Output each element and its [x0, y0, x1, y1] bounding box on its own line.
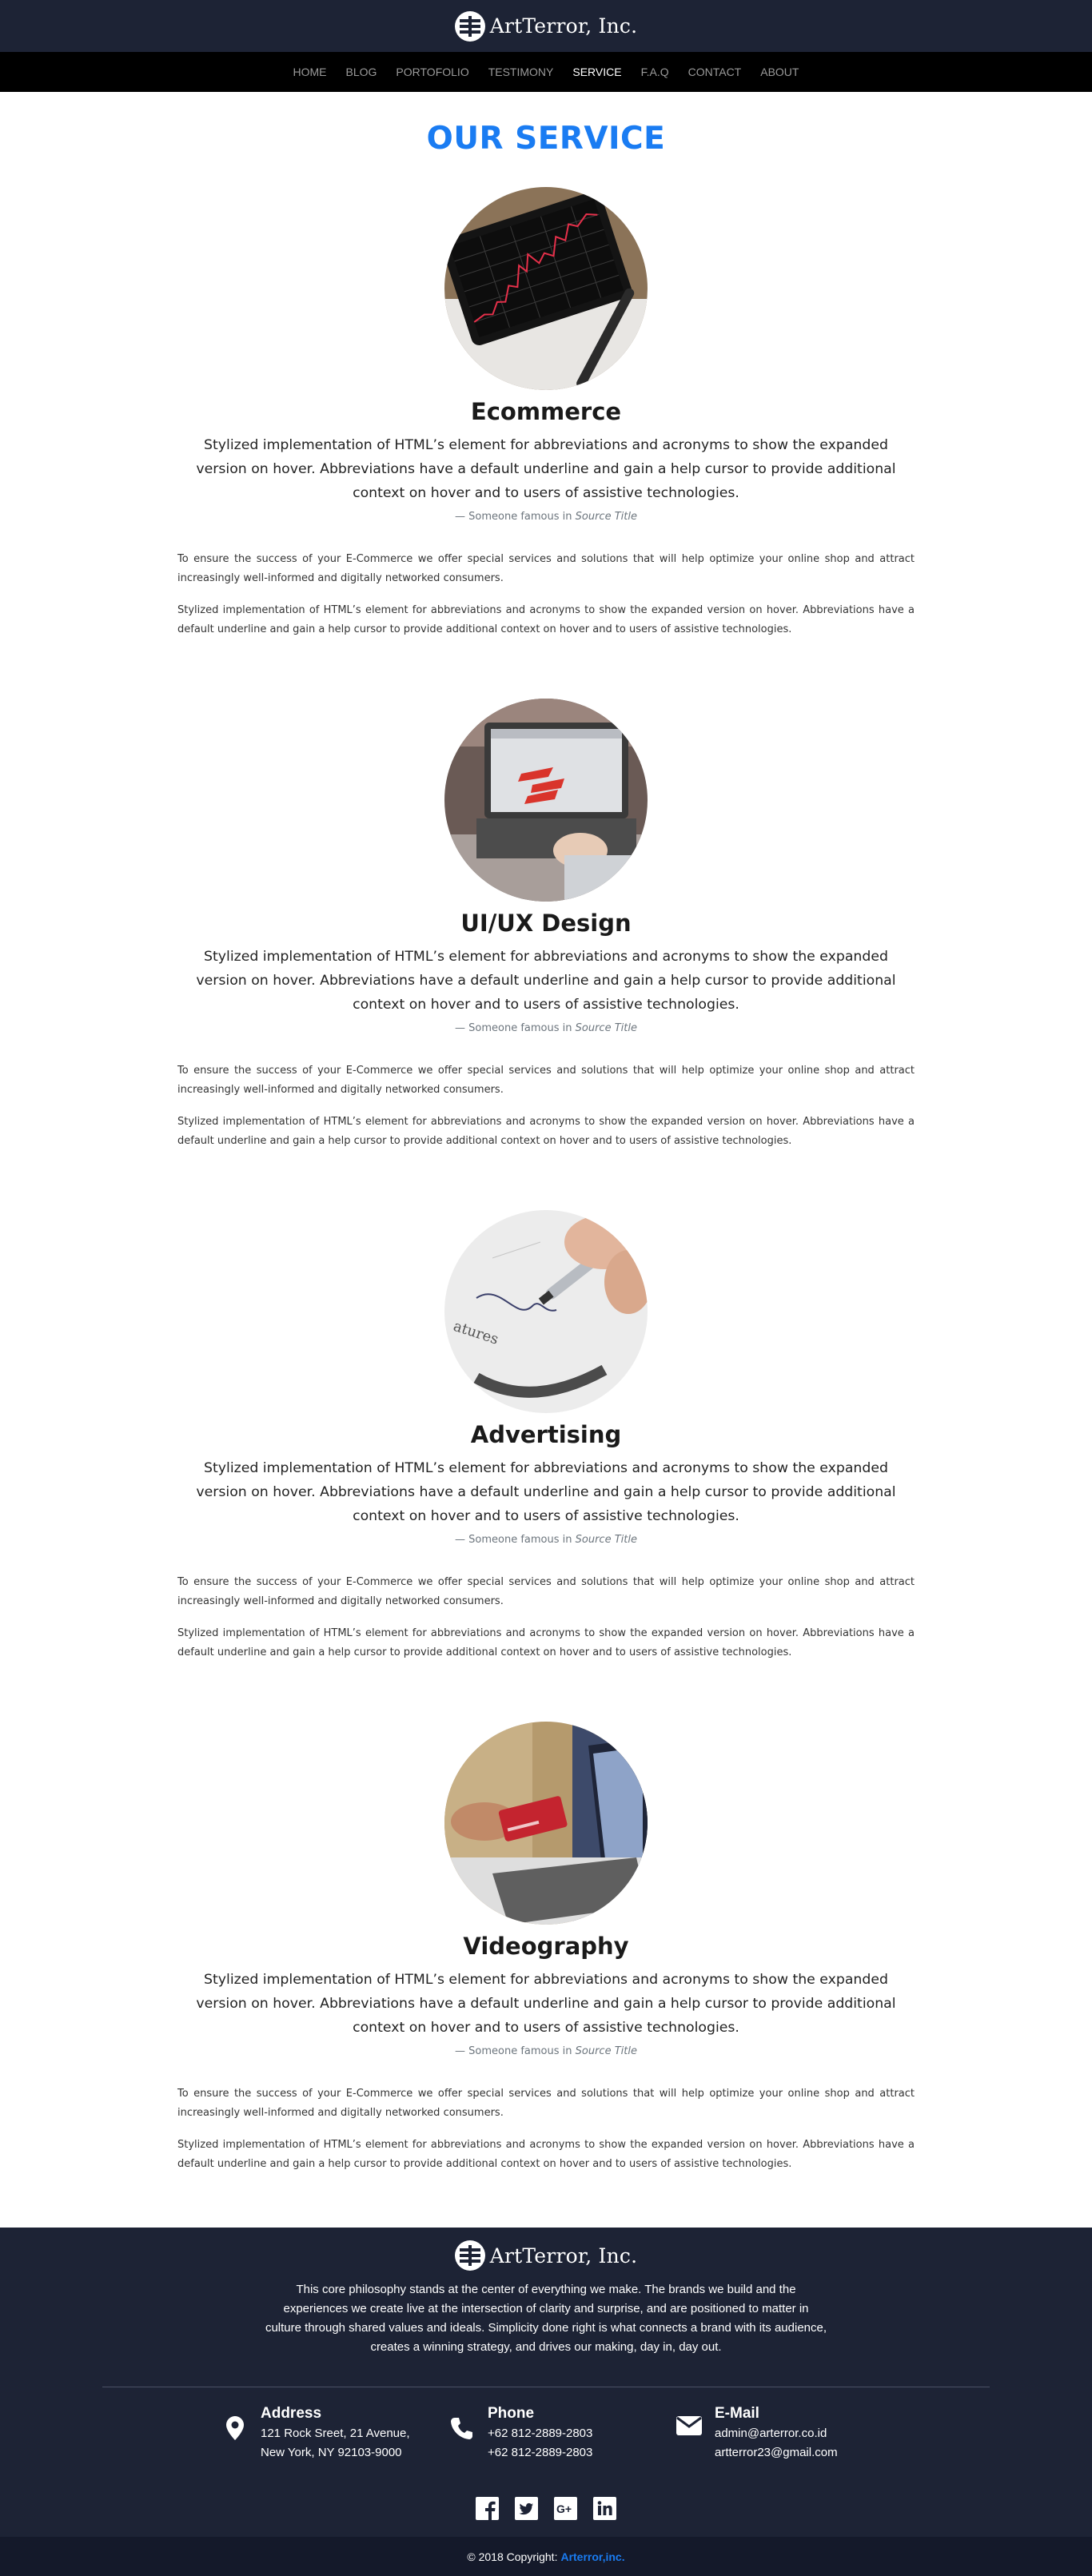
contact-line[interactable]: artterror23@gmail.com: [715, 2443, 838, 2463]
nav-home[interactable]: HOME: [284, 66, 337, 78]
site-header: ArtTerror, Inc.: [0, 0, 1092, 52]
blockquote-footer: — Someone famous in Source Title: [0, 1534, 1092, 1546]
contact-phone: Phone +62 812-2889-2803 +62 812-2889-280…: [448, 2405, 592, 2463]
service-title: Ecommerce: [470, 398, 622, 425]
service-paragraph: To ensure the success of your E-Commerce…: [177, 2088, 915, 2119]
service-paragraph: To ensure the success of your E-Commerce…: [177, 553, 915, 584]
contact-line[interactable]: +62 812-2889-2803: [488, 2443, 592, 2463]
contact-line[interactable]: +62 812-2889-2803: [488, 2424, 592, 2443]
service-ecommerce: Ecommerce Stylized implementation of HTM…: [0, 187, 1092, 699]
facebook-icon[interactable]: [476, 2497, 499, 2520]
contact-address: Address 121 Rock Sreet, 21 Avenue, New Y…: [221, 2405, 410, 2463]
brand-logo-icon: [454, 2240, 485, 2271]
contact-title: Address: [261, 2405, 322, 2422]
quote-prefix: — Someone famous in: [455, 1022, 576, 1034]
nav-testimony[interactable]: TESTIMONY: [479, 66, 564, 78]
footer-about: This core philosophy stands at the cente…: [265, 2283, 827, 2354]
service-lead: Stylized implementation of HTML’s elemen…: [196, 437, 896, 501]
service-uiux: UI/UX Design Stylized implementation of …: [0, 699, 1092, 1210]
footer-brand[interactable]: ArtTerror, Inc.: [0, 2240, 1092, 2271]
quote-source: Source Title: [575, 2045, 637, 2057]
envelope-icon: [675, 2405, 703, 2463]
linkedin-icon[interactable]: [593, 2497, 616, 2520]
contact-title: E-Mail: [715, 2405, 759, 2422]
service-advertising: atures Advertising Stylized implementati…: [0, 1210, 1092, 1722]
blockquote-footer: — Someone famous in Source Title: [0, 2045, 1092, 2057]
quote-prefix: — Someone famous in: [455, 511, 576, 523]
blockquote-footer: — Someone famous in Source Title: [0, 1022, 1092, 1034]
service-videography: Videography Stylized implementation of H…: [0, 1722, 1092, 2233]
copyright-link[interactable]: Arterror,inc.: [560, 2550, 624, 2563]
nav-faq[interactable]: F.A.Q: [632, 66, 679, 78]
quote-source: Source Title: [575, 1534, 637, 1546]
nav-about[interactable]: ABOUT: [751, 66, 808, 78]
service-paragraph: Stylized implementation of HTML’s elemen…: [177, 1116, 915, 1147]
service-lead: Stylized implementation of HTML’s elemen…: [196, 1460, 896, 1524]
service-paragraph: Stylized implementation of HTML’s elemen…: [177, 1627, 915, 1658]
brand-logo-icon: [454, 10, 485, 42]
quote-prefix: — Someone famous in: [455, 2045, 576, 2057]
blockquote-footer: — Someone famous in Source Title: [0, 511, 1092, 523]
service-title: UI/UX Design: [460, 910, 632, 937]
google-plus-icon[interactable]: G+: [554, 2497, 577, 2520]
service-title: Videography: [463, 1933, 629, 1960]
brand[interactable]: ArtTerror, Inc.: [454, 10, 638, 42]
phone-icon: [448, 2405, 476, 2463]
map-pin-icon: [221, 2405, 249, 2463]
service-title: Advertising: [470, 1421, 622, 1448]
social-links: G+: [0, 2497, 1092, 2520]
contact-title: Phone: [488, 2405, 535, 2422]
contact-line: New York, NY 92103-9000: [261, 2446, 402, 2459]
service-image-uiux: [444, 699, 648, 902]
brand-name: ArtTerror, Inc.: [489, 2244, 638, 2267]
nav-service[interactable]: SERVICE: [563, 66, 631, 78]
quote-source: Source Title: [575, 1022, 637, 1034]
service-image-advertising: atures: [444, 1210, 648, 1413]
nav-blog[interactable]: BLOG: [337, 66, 387, 78]
service-paragraph: Stylized implementation of HTML’s elemen…: [177, 604, 915, 635]
main-content: OUR SERVICE Ecommerce Stylized implement…: [0, 92, 1092, 2233]
brand-name: ArtTerror, Inc.: [489, 14, 638, 38]
quote-source: Source Title: [575, 511, 637, 523]
nav-contact[interactable]: CONTACT: [679, 66, 751, 78]
service-image-ecommerce: [444, 187, 648, 390]
twitter-icon[interactable]: [515, 2497, 538, 2520]
page-title: OUR SERVICE: [426, 121, 666, 157]
contact-line: 121 Rock Sreet, 21 Avenue,: [261, 2427, 410, 2440]
main-nav: HOME BLOG PORTOFOLIO TESTIMONY SERVICE F…: [0, 52, 1092, 92]
service-image-videography: [444, 1722, 648, 1925]
service-paragraph: Stylized implementation of HTML’s elemen…: [177, 2139, 915, 2170]
copyright-bar: © 2018 Copyright: Arterror,inc.: [0, 2537, 1092, 2576]
contact-email: E-Mail admin@arterror.co.id artterror23@…: [675, 2405, 838, 2463]
service-paragraph: To ensure the success of your E-Commerce…: [177, 1065, 915, 1096]
service-paragraph: To ensure the success of your E-Commerce…: [177, 1576, 915, 1607]
nav-portofolio[interactable]: PORTOFOLIO: [386, 66, 478, 78]
contact-line[interactable]: admin@arterror.co.id: [715, 2424, 838, 2443]
site-footer: ArtTerror, Inc. This core philosophy sta…: [0, 2228, 1092, 2537]
service-lead: Stylized implementation of HTML’s elemen…: [196, 949, 896, 1013]
svg-text:G+: G+: [556, 2502, 572, 2515]
quote-prefix: — Someone famous in: [455, 1534, 576, 1546]
copyright-text: © 2018 Copyright:: [467, 2550, 558, 2563]
service-lead: Stylized implementation of HTML’s elemen…: [196, 1972, 896, 2036]
